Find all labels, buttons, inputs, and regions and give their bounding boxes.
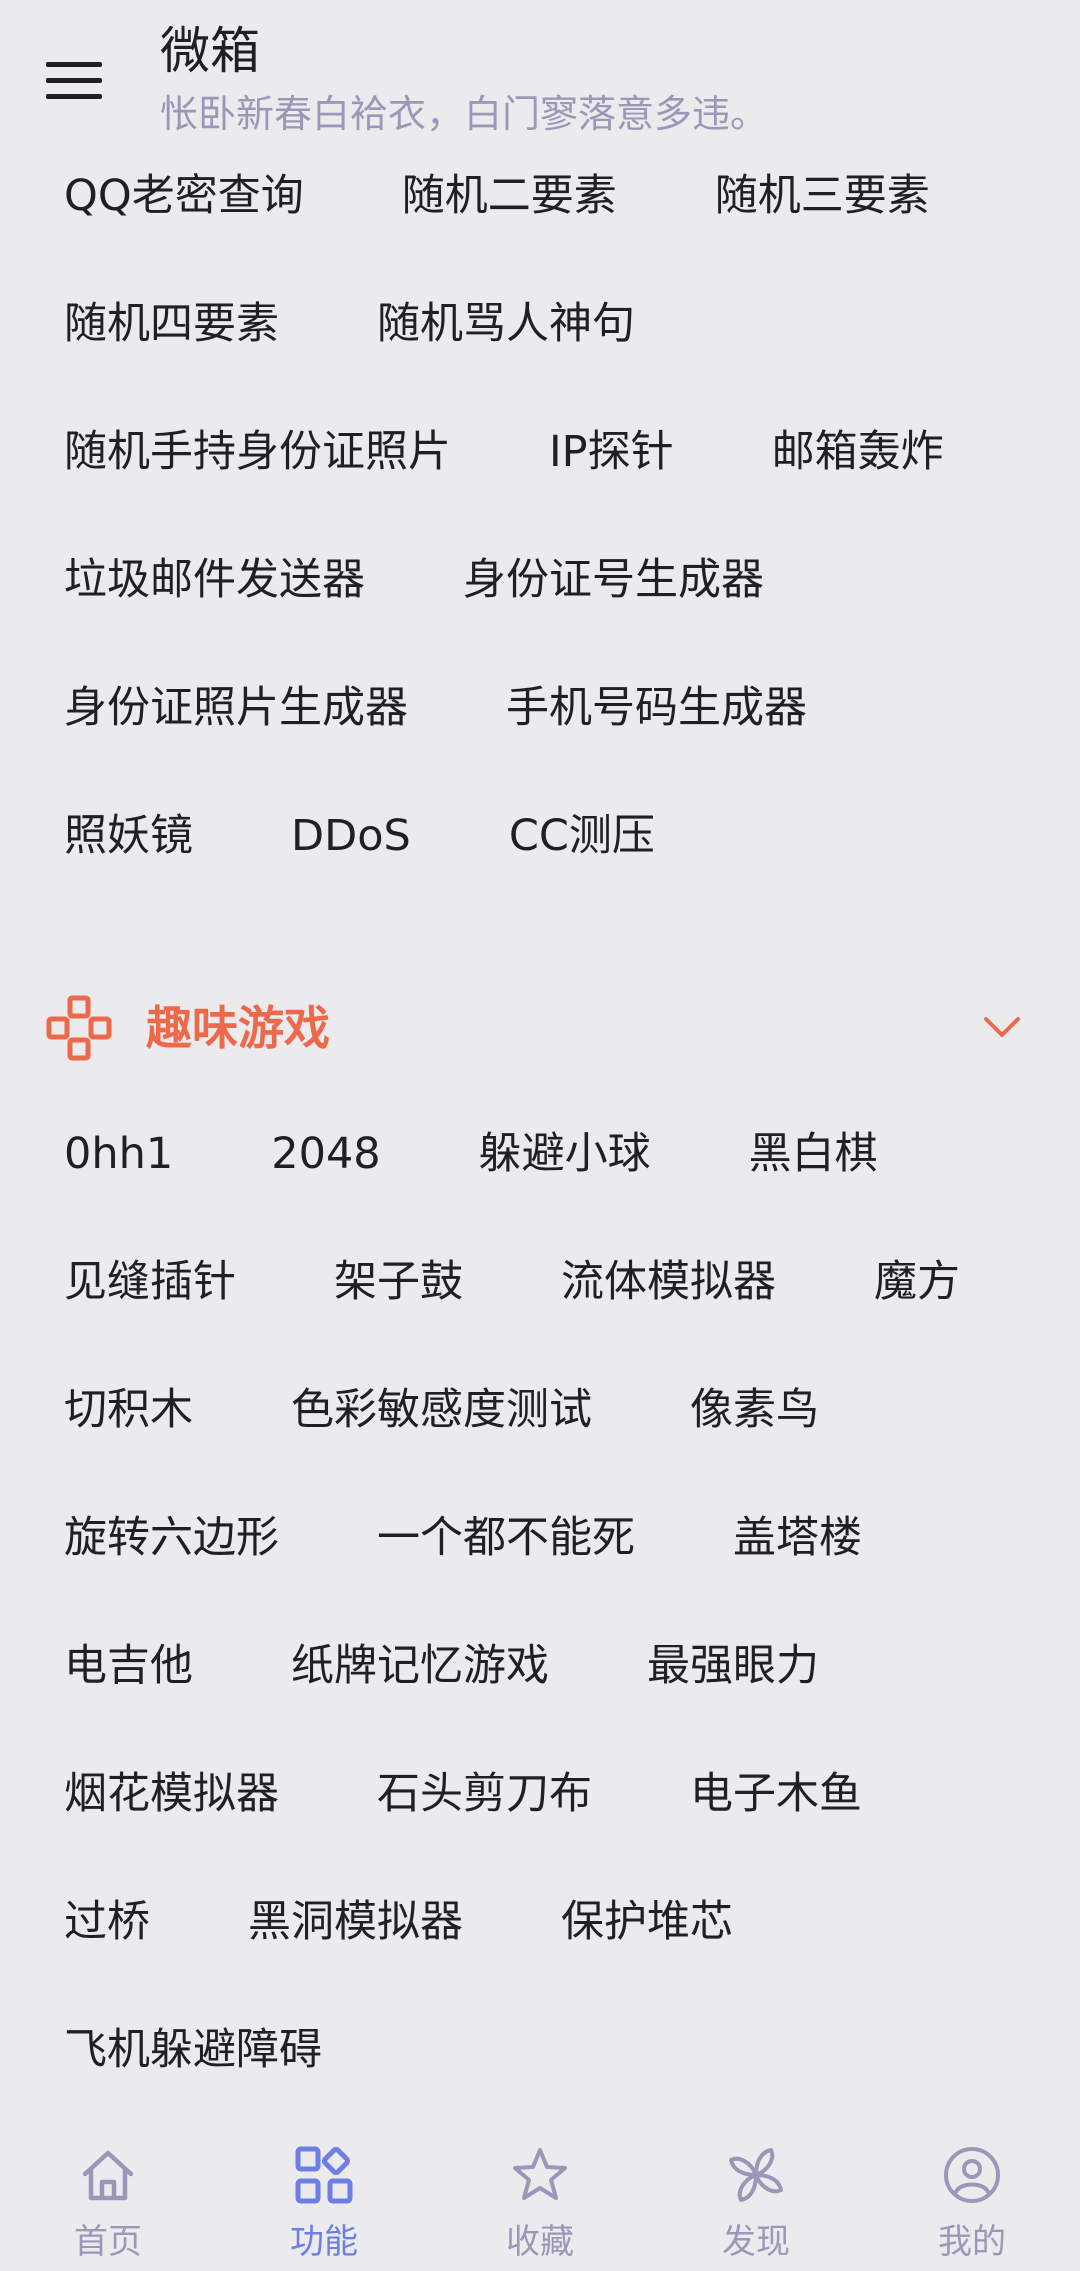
game-item[interactable]: 见缝插针 [64, 1242, 236, 1322]
game-item[interactable]: 黑洞模拟器 [248, 1882, 463, 1962]
tool-item[interactable]: DDoS [291, 796, 411, 876]
bottom-navigation: 首页 功能 收藏 发现 我的 [0, 2120, 1080, 2271]
nav-item-home[interactable]: 首页 [0, 2120, 216, 2271]
nav-label-discover: 发现 [722, 2222, 790, 2262]
app-root: 微箱 怅卧新春白袷衣，白门寥落意多违。 QQ老密查询 随机二要素 随机三要素 随… [0, 0, 1080, 2271]
games-row: 切积木 色彩敏感度测试 像素鸟 [64, 1370, 917, 1450]
tools-row: QQ老密查询 随机二要素 随机三要素 [64, 156, 1028, 236]
nav-item-discover[interactable]: 发现 [648, 2120, 864, 2271]
tool-item[interactable]: CC测压 [509, 796, 655, 876]
tool-item[interactable]: 垃圾邮件发送器 [64, 540, 365, 620]
game-item[interactable]: 2048 [271, 1114, 380, 1194]
games-row: 见缝插针 架子鼓 流体模拟器 魔方 [64, 1242, 1058, 1322]
game-item[interactable]: 躲避小球 [479, 1114, 651, 1194]
game-item[interactable]: 飞机躲避障碍 [64, 2010, 322, 2090]
game-item[interactable]: 一个都不能死 [377, 1498, 635, 1578]
app-subtitle: 怅卧新春白袷衣，白门寥落意多违。 [160, 92, 769, 136]
tool-item[interactable]: QQ老密查询 [64, 156, 304, 236]
tool-item[interactable]: 照妖镜 [64, 796, 193, 876]
star-icon [513, 2148, 567, 2200]
tools-row: 随机四要素 随机骂人神句 [64, 284, 733, 364]
nav-label-profile: 我的 [938, 2222, 1006, 2262]
tool-item[interactable]: 随机手持身份证照片 [64, 412, 451, 492]
games-row: 飞机躲避障碍 [64, 2010, 420, 2090]
game-item[interactable]: 架子鼓 [334, 1242, 463, 1322]
tools-row: 随机手持身份证照片 IP探针 邮箱轰炸 [64, 412, 1042, 492]
game-item[interactable]: 烟花模拟器 [64, 1754, 279, 1834]
nav-label-home: 首页 [74, 2222, 142, 2262]
tool-item[interactable]: IP探针 [549, 412, 674, 492]
pinwheel-icon [729, 2148, 783, 2202]
game-item[interactable]: 电吉他 [64, 1626, 193, 1706]
tool-item[interactable]: 随机二要素 [402, 156, 617, 236]
nav-label-favorites: 收藏 [506, 2222, 574, 2262]
game-item[interactable]: 魔方 [874, 1242, 960, 1322]
game-item[interactable]: 纸牌记忆游戏 [291, 1626, 549, 1706]
game-item[interactable]: 像素鸟 [690, 1370, 819, 1450]
games-section-title: 趣味游戏 [146, 1001, 330, 1055]
hamburger-icon [46, 62, 102, 99]
app-header: 微箱 怅卧新春白袷衣，白门寥落意多违。 [0, 0, 1080, 160]
game-item[interactable]: 过桥 [64, 1882, 150, 1962]
gamepad-icon [46, 995, 112, 1061]
nav-item-features[interactable]: 功能 [216, 2120, 432, 2271]
nav-item-favorites[interactable]: 收藏 [432, 2120, 648, 2271]
apps-icon [295, 2146, 353, 2204]
games-row: 0hh1 2048 躲避小球 黑白棋 [64, 1114, 976, 1194]
game-item[interactable]: 色彩敏感度测试 [291, 1370, 592, 1450]
game-item[interactable]: 保护堆芯 [561, 1882, 733, 1962]
tool-item[interactable]: 手机号码生成器 [506, 668, 807, 748]
game-item[interactable]: 切积木 [64, 1370, 193, 1450]
games-row: 烟花模拟器 石头剪刀布 电子木鱼 [64, 1754, 960, 1834]
tool-item[interactable]: 随机骂人神句 [377, 284, 635, 364]
game-item[interactable]: 流体模拟器 [561, 1242, 776, 1322]
game-item[interactable]: 旋转六边形 [64, 1498, 279, 1578]
games-row: 过桥 黑洞模拟器 保护堆芯 [64, 1882, 831, 1962]
chevron-down-icon[interactable] [980, 1005, 1024, 1049]
tool-item[interactable]: 邮箱轰炸 [772, 412, 944, 492]
tool-item[interactable]: 身份证号生成器 [463, 540, 764, 620]
home-icon [82, 2150, 134, 2201]
game-item[interactable]: 0hh1 [64, 1114, 173, 1194]
tools-row: 照妖镜 DDoS CC测压 [64, 796, 753, 876]
game-item[interactable]: 最强眼力 [647, 1626, 819, 1706]
games-row: 电吉他 纸牌记忆游戏 最强眼力 [64, 1626, 917, 1706]
tool-item[interactable]: 随机三要素 [715, 156, 930, 236]
profile-icon [944, 2147, 1000, 2203]
menu-button[interactable] [32, 38, 116, 122]
games-row: 旋转六边形 一个都不能死 盖塔楼 [64, 1498, 960, 1578]
game-item[interactable]: 盖塔楼 [733, 1498, 862, 1578]
game-item[interactable]: 电子木鱼 [690, 1754, 862, 1834]
tool-item[interactable]: 身份证照片生成器 [64, 668, 408, 748]
game-item[interactable]: 石头剪刀布 [377, 1754, 592, 1834]
games-section-header[interactable]: 趣味游戏 [0, 975, 1080, 1075]
game-item[interactable]: 黑白棋 [749, 1114, 878, 1194]
tool-item[interactable]: 随机四要素 [64, 284, 279, 364]
nav-label-features: 功能 [290, 2222, 358, 2262]
tools-row: 垃圾邮件发送器 身份证号生成器 [64, 540, 862, 620]
tools-row: 身份证照片生成器 手机号码生成器 [64, 668, 905, 748]
app-title: 微箱 [160, 22, 260, 80]
nav-item-profile[interactable]: 我的 [864, 2120, 1080, 2271]
